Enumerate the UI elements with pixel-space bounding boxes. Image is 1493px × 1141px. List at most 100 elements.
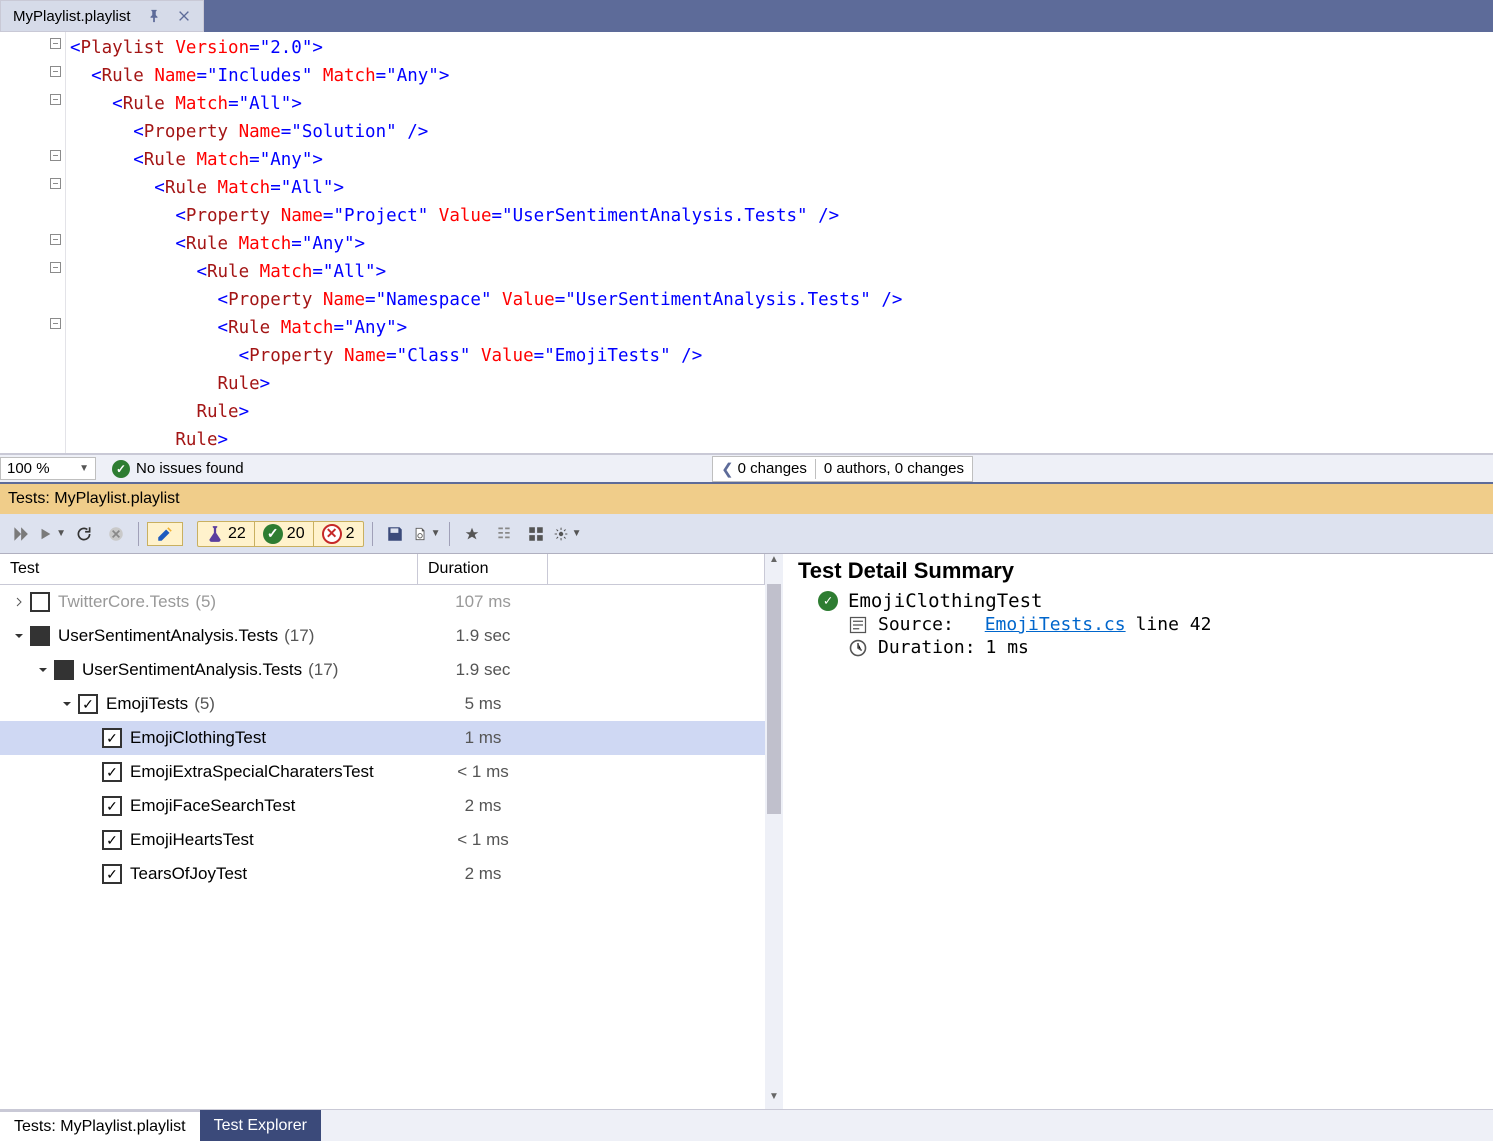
document-tab[interactable]: MyPlaylist.playlist	[0, 0, 204, 32]
settings-file-button[interactable]: ▼	[413, 520, 441, 548]
close-icon[interactable]	[177, 9, 191, 23]
document-tab-bar: MyPlaylist.playlist	[0, 0, 1493, 32]
zoom-value: 100 %	[7, 460, 50, 477]
outline-collapse-icon[interactable]	[50, 318, 61, 329]
options-button[interactable]: ▼	[554, 520, 582, 548]
scroll-down-icon[interactable]: ▼	[765, 1091, 783, 1109]
bottom-tab-explorer[interactable]: Test Explorer	[200, 1110, 321, 1141]
outline-collapse-icon[interactable]	[50, 150, 61, 161]
group-by-button[interactable]	[490, 520, 518, 548]
test-checkbox[interactable]	[102, 762, 122, 782]
edit-playlist-button[interactable]	[147, 522, 183, 546]
expand-icon[interactable]	[36, 663, 50, 677]
failed-tests-pill[interactable]: ✕ 2	[313, 522, 363, 546]
test-checkbox[interactable]	[102, 830, 122, 850]
code-line[interactable]: Rule>	[70, 426, 902, 454]
detail-title: Test Detail Summary	[798, 558, 1479, 584]
column-header-test[interactable]: Test	[0, 554, 418, 584]
test-tree-row[interactable]: UserSentimentAnalysis.Tests (17)1.9 sec	[0, 619, 765, 653]
scroll-up-icon[interactable]: ▲	[765, 554, 783, 572]
pin-icon[interactable]	[147, 9, 161, 23]
test-tree-row[interactable]: EmojiTests (5)5 ms	[0, 687, 765, 721]
outline-collapse-icon[interactable]	[50, 38, 61, 49]
source-file-link[interactable]: EmojiTests.cs	[985, 614, 1126, 635]
passed-tests-pill[interactable]: ✓ 20	[254, 522, 313, 546]
total-tests-pill[interactable]: 22	[198, 523, 254, 545]
tests-panel-title: Tests: MyPlaylist.playlist	[8, 490, 180, 508]
code-line[interactable]: <Rule Match="Any">	[70, 314, 902, 342]
test-name: EmojiTests	[106, 694, 188, 714]
test-tree-row[interactable]: EmojiClothingTest1 ms	[0, 721, 765, 755]
pass-icon: ✓	[263, 524, 283, 544]
code-line[interactable]: <Rule Match="Any">	[70, 146, 902, 174]
stop-button[interactable]	[102, 520, 130, 548]
code-line[interactable]: Rule>	[70, 370, 902, 398]
test-name: UserSentimentAnalysis.Tests	[82, 660, 302, 680]
outline-collapse-icon[interactable]	[50, 234, 61, 245]
code-gutter	[0, 32, 66, 453]
code-content[interactable]: <Playlist Version="2.0"> <Rule Name="Inc…	[66, 32, 902, 453]
tests-panel-header: Tests: MyPlaylist.playlist	[0, 484, 1493, 514]
test-tree-row[interactable]: TearsOfJoyTest2 ms	[0, 857, 765, 891]
test-duration: < 1 ms	[418, 762, 548, 782]
column-header-duration[interactable]: Duration	[418, 554, 548, 584]
test-checkbox[interactable]	[30, 592, 50, 612]
test-duration: 1.9 sec	[418, 626, 548, 646]
code-line[interactable]: <Property Name="Class" Value="EmojiTests…	[70, 342, 902, 370]
code-line[interactable]: <Property Name="Project" Value="UserSent…	[70, 202, 902, 230]
code-line[interactable]: <Property Name="Namespace" Value="UserSe…	[70, 286, 902, 314]
save-button[interactable]	[381, 520, 409, 548]
repeat-button[interactable]	[70, 520, 98, 548]
test-tree-row[interactable]: EmojiExtraSpecialCharatersTest< 1 ms	[0, 755, 765, 789]
test-tree-row[interactable]: TwitterCore.Tests (5)107 ms	[0, 585, 765, 619]
show-hierarchy-button[interactable]	[522, 520, 550, 548]
expand-icon[interactable]	[12, 629, 26, 643]
code-line[interactable]: <Rule Match="All">	[70, 258, 902, 286]
test-counts-group: 22 ✓ 20 ✕ 2	[197, 521, 364, 547]
passed-count: 20	[287, 525, 305, 543]
test-duration: 5 ms	[418, 694, 548, 714]
expand-icon[interactable]	[60, 697, 74, 711]
outline-collapse-icon[interactable]	[50, 178, 61, 189]
test-checkbox[interactable]	[102, 864, 122, 884]
code-editor[interactable]: <Playlist Version="2.0"> <Rule Name="Inc…	[0, 32, 1493, 454]
code-line[interactable]: <Rule Match="Any">	[70, 230, 902, 258]
test-tree-row[interactable]: UserSentimentAnalysis.Tests (17)1.9 sec	[0, 653, 765, 687]
bottom-tab-bar: Tests: MyPlaylist.playlist Test Explorer	[0, 1109, 1493, 1141]
test-tree-row[interactable]: EmojiHeartsTest< 1 ms	[0, 823, 765, 857]
check-icon: ✓	[112, 460, 130, 478]
outline-collapse-icon[interactable]	[50, 66, 61, 77]
test-tree-row[interactable]: EmojiFaceSearchTest2 ms	[0, 789, 765, 823]
run-all-button[interactable]	[6, 520, 34, 548]
outline-collapse-icon[interactable]	[50, 262, 61, 273]
code-line[interactable]: <Rule Name="Includes" Match="Any">	[70, 62, 902, 90]
test-checkbox[interactable]	[102, 796, 122, 816]
code-line[interactable]: <Property Name="Solution" />	[70, 118, 902, 146]
duration-label: Duration:	[878, 637, 976, 658]
test-name: UserSentimentAnalysis.Tests	[58, 626, 278, 646]
scrollbar[interactable]: ▲ ▼	[765, 554, 783, 1109]
expand-icon[interactable]	[12, 595, 26, 609]
code-line[interactable]: Rule>	[70, 398, 902, 426]
test-checkbox[interactable]	[54, 660, 74, 680]
scroll-thumb[interactable]	[767, 584, 781, 814]
run-after-build-button[interactable]	[458, 520, 486, 548]
test-checkbox[interactable]	[78, 694, 98, 714]
test-duration: 107 ms	[418, 592, 548, 612]
test-detail-panel: Test Detail Summary ✓ EmojiClothingTest …	[784, 554, 1493, 1109]
bottom-tab-tests[interactable]: Tests: MyPlaylist.playlist	[0, 1110, 200, 1141]
fail-icon: ✕	[322, 524, 342, 544]
outline-collapse-icon[interactable]	[50, 94, 61, 105]
zoom-dropdown[interactable]: 100 % ▼	[0, 457, 96, 480]
code-line[interactable]: <Playlist Version="2.0">	[70, 34, 902, 62]
run-button[interactable]: ▼	[38, 520, 66, 548]
editor-status-bar: 100 % ▼ ✓ No issues found ❮ 0 changes 0 …	[0, 454, 1493, 484]
code-line[interactable]: <Rule Match="All">	[70, 174, 902, 202]
separator	[449, 522, 450, 546]
test-checkbox[interactable]	[30, 626, 50, 646]
changes-indicator[interactable]: ❮ 0 changes 0 authors, 0 changes	[712, 456, 973, 482]
test-count: (5)	[195, 592, 216, 612]
code-line[interactable]: <Rule Match="All">	[70, 90, 902, 118]
test-checkbox[interactable]	[102, 728, 122, 748]
test-tree-body[interactable]: TwitterCore.Tests (5)107 msUserSentiment…	[0, 585, 765, 1109]
